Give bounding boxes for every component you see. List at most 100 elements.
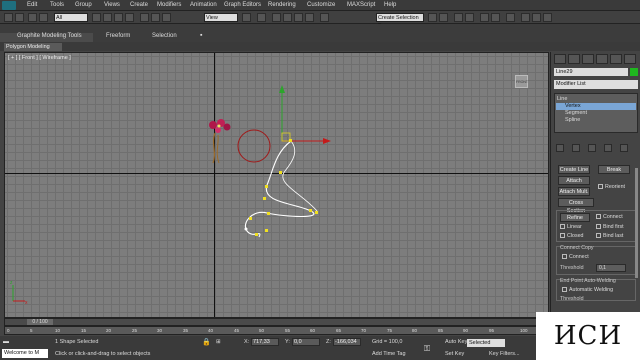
absolute-mode-icon[interactable]: ⊞ [216, 339, 221, 345]
automatic-welding-checkbox[interactable]: Automatic Welding [562, 287, 613, 293]
command-panel-scrollbar[interactable] [635, 168, 638, 278]
tab-selection[interactable]: Selection [152, 33, 177, 39]
menu-edit[interactable]: Edit [27, 2, 37, 8]
menu-animation[interactable]: Animation [190, 2, 217, 8]
break-button[interactable]: Break [598, 165, 630, 174]
curve-editor-icon[interactable] [480, 13, 489, 22]
scale-icon[interactable] [162, 13, 171, 22]
add-time-tag[interactable]: Add Time Tag [372, 351, 406, 357]
named-selection-set-select[interactable]: Create Selection S [376, 13, 424, 29]
menu-modifiers[interactable]: Modifiers [157, 2, 181, 8]
menu-group[interactable]: Group [75, 2, 92, 8]
unlink-icon[interactable] [39, 13, 48, 22]
refine-button[interactable]: Refine [560, 213, 590, 222]
select-by-name-icon[interactable] [103, 13, 112, 22]
z-coordinate-field[interactable]: -166,034 [333, 338, 361, 346]
modifier-list-dropdown[interactable]: Modifier List [554, 80, 638, 89]
display-tab-icon[interactable] [610, 54, 622, 64]
menu-views[interactable]: Views [104, 2, 120, 8]
rect-selection-icon[interactable] [114, 13, 123, 22]
ribbon-minimize-icon[interactable]: ▪ [200, 32, 202, 39]
menu-maxscript[interactable]: MAXScript [347, 2, 375, 8]
menu-help[interactable]: Help [384, 2, 396, 8]
front-viewport[interactable]: [ + ] [ Front ] [ Wireframe ] FRONT z x [4, 52, 549, 318]
key-icon[interactable]: ⚿ [424, 344, 430, 354]
spinner-snap-icon[interactable] [305, 13, 314, 22]
cross-section-button[interactable]: Cross Section [558, 198, 594, 214]
attach-mult-button[interactable]: Attach Mult. [558, 187, 590, 196]
render-production-icon[interactable] [543, 13, 552, 22]
auto-key-button[interactable]: Auto Key [445, 339, 467, 345]
reference-coordinate-select[interactable]: View [204, 13, 238, 22]
stack-item-spline[interactable]: Spline [565, 117, 580, 124]
menu-tools[interactable]: Tools [50, 2, 64, 8]
scene-objects[interactable]: z x [5, 53, 549, 318]
schematic-view-icon[interactable] [491, 13, 500, 22]
tab-graphite-modeling-tools[interactable]: Graphite Modeling Tools [17, 33, 82, 39]
menu-customize[interactable]: Customize [307, 2, 335, 8]
stack-item-line[interactable]: Line [557, 96, 567, 103]
rendered-frame-window-icon[interactable] [532, 13, 541, 22]
hierarchy-tab-icon[interactable] [582, 54, 594, 64]
edit-named-selection-icon[interactable] [320, 13, 329, 22]
stack-item-vertex[interactable]: Vertex [565, 103, 581, 110]
menu-rendering[interactable]: Rendering [268, 2, 296, 8]
pivot-center-icon[interactable] [242, 13, 251, 22]
polygon-modeling-panel[interactable]: Polygon Modeling [4, 43, 62, 51]
attach-button[interactable]: Attach [558, 176, 590, 185]
snaps-toggle-icon[interactable] [272, 13, 281, 22]
menu-create[interactable]: Create [130, 2, 148, 8]
app-menu-icon[interactable] [2, 1, 16, 10]
create-tab-icon[interactable] [554, 54, 566, 64]
reorient-checkbox[interactable]: Reorient [598, 184, 625, 190]
linear-checkbox[interactable]: Linear [560, 224, 582, 230]
motion-tab-icon[interactable] [596, 54, 608, 64]
mirror-icon[interactable] [428, 13, 437, 22]
key-mode-select[interactable]: Selected [467, 339, 505, 347]
render-setup-icon[interactable] [521, 13, 530, 22]
object-color-swatch[interactable] [630, 68, 638, 76]
pin-stack-icon[interactable] [556, 144, 564, 152]
show-end-result-icon[interactable] [572, 144, 580, 152]
time-slider-handle[interactable]: 0 / 100 [27, 319, 53, 325]
create-line-button[interactable]: Create Line [558, 165, 590, 174]
select-object-icon[interactable] [92, 13, 101, 22]
bind-first-checkbox[interactable]: Bind first [596, 224, 624, 230]
bind-last-checkbox[interactable]: Bind last [596, 233, 623, 239]
redo-icon[interactable] [15, 13, 24, 22]
ribbon-toggle-icon[interactable] [465, 13, 474, 22]
make-unique-icon[interactable] [588, 144, 596, 152]
window-crossing-icon[interactable] [125, 13, 134, 22]
threshold-spinner[interactable]: 0,1 [596, 264, 626, 272]
configure-sets-icon[interactable] [620, 144, 628, 152]
utilities-tab-icon[interactable] [624, 54, 636, 64]
select-manipulate-icon[interactable] [257, 13, 266, 22]
y-coordinate-field[interactable]: 0,0 [292, 338, 320, 346]
key-filters-button[interactable]: Key Filters... [489, 351, 520, 357]
maxscript-mini-listener-icon[interactable]: ▬ [3, 339, 9, 345]
connect-copy-checkbox[interactable]: Connect [562, 254, 589, 260]
object-name-field[interactable]: Line29 [554, 68, 628, 76]
stack-item-segment[interactable]: Segment [565, 110, 587, 117]
rotate-icon[interactable] [151, 13, 160, 22]
move-icon[interactable] [140, 13, 149, 22]
undo-icon[interactable] [4, 13, 13, 22]
x-coordinate-field[interactable]: 717,33 [251, 338, 279, 346]
layer-manager-icon[interactable] [454, 13, 463, 22]
link-icon[interactable] [28, 13, 37, 22]
material-editor-icon[interactable] [506, 13, 515, 22]
modify-tab-icon[interactable] [568, 54, 580, 64]
tab-freeform[interactable]: Freeform [106, 33, 130, 39]
align-icon[interactable] [439, 13, 448, 22]
percent-snap-icon[interactable] [294, 13, 303, 22]
maxscript-listener[interactable]: Welcome to M [2, 349, 48, 358]
time-slider[interactable]: 0 / 100 [4, 318, 549, 326]
track-bar[interactable]: 0 5 10 15 20 25 30 35 40 45 50 55 60 65 … [4, 326, 549, 335]
connect-checkbox[interactable]: Connect [596, 214, 623, 220]
lock-selection-icon[interactable]: 🔒 [202, 338, 211, 346]
remove-modifier-icon[interactable] [604, 144, 612, 152]
closed-checkbox[interactable]: Closed [560, 233, 584, 239]
angle-snap-icon[interactable] [283, 13, 292, 22]
selection-filter-select[interactable]: All [54, 13, 88, 22]
set-key-button[interactable]: Set Key [445, 351, 464, 357]
